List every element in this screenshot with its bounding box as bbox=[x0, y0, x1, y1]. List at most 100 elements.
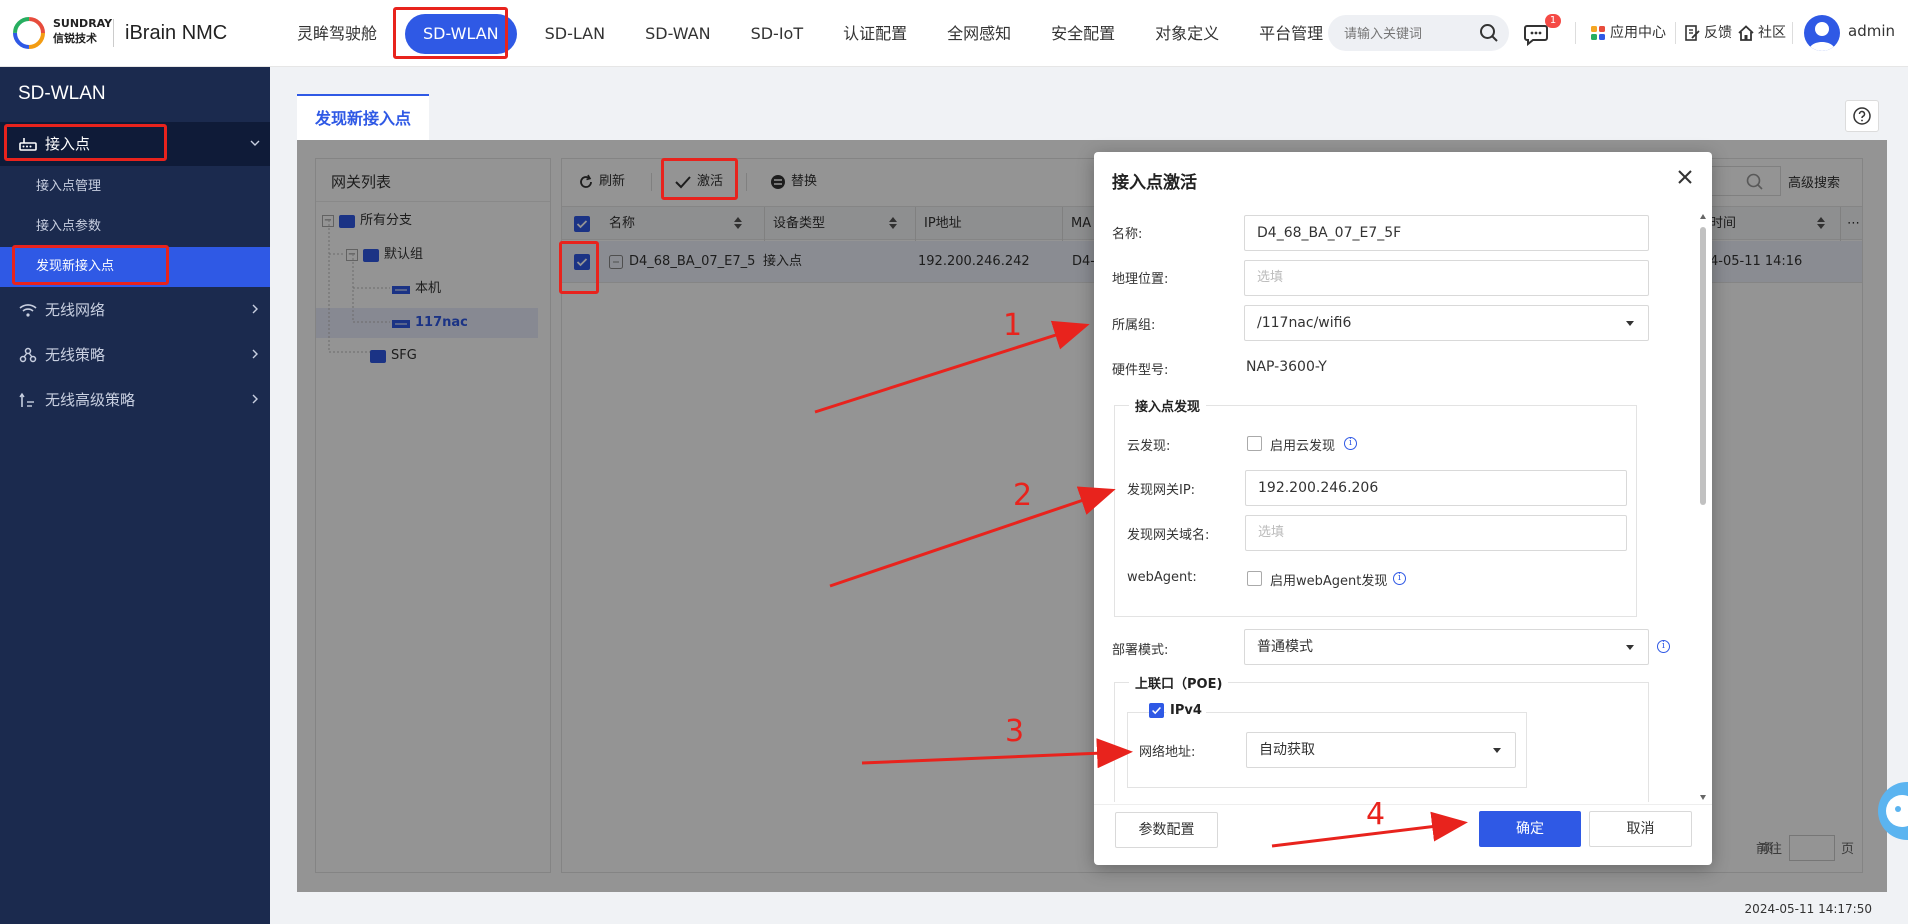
nav-sd-wlan[interactable]: SD-WLAN bbox=[405, 13, 517, 54]
nav-sd-wan[interactable]: SD-WAN bbox=[625, 14, 730, 54]
info-icon[interactable]: i bbox=[1393, 572, 1406, 585]
router-icon bbox=[19, 138, 37, 151]
sidebar: SD-WLAN 接入点 接入点管理 接入点参数 发现新接入点 无线网络 无线策略… bbox=[0, 67, 270, 924]
net-address-label: 网络地址: bbox=[1139, 745, 1196, 760]
logo-divider bbox=[113, 19, 114, 47]
company-name: SUNDRAY 信锐技术 bbox=[53, 16, 112, 46]
gateway-domain-label: 发现网关域名: bbox=[1127, 528, 1210, 543]
wifi-icon bbox=[19, 304, 37, 317]
ipv4-checkbox[interactable] bbox=[1149, 703, 1164, 718]
app-center-label: 应用中心 bbox=[1610, 25, 1666, 41]
feedback-label: 反馈 bbox=[1704, 25, 1732, 41]
ipv4-label: IPv4 bbox=[1166, 703, 1206, 718]
ap-discovery-legend: 接入点发现 bbox=[1129, 396, 1207, 415]
company-name-en: SUNDRAY bbox=[53, 17, 113, 30]
community-link[interactable]: 社区 bbox=[1738, 22, 1786, 44]
feedback-link[interactable]: 反馈 bbox=[1684, 22, 1732, 44]
nav-auth-config[interactable]: 认证配置 bbox=[823, 14, 927, 54]
tab-discover-ap[interactable]: 发现新接入点 bbox=[297, 94, 430, 140]
name-label: 名称: bbox=[1112, 227, 1143, 242]
avatar[interactable] bbox=[1804, 15, 1840, 51]
app-center-link[interactable]: 应用中心 bbox=[1590, 22, 1666, 44]
hw-model-label: 硬件型号: bbox=[1112, 363, 1169, 378]
nav-security-config[interactable]: 安全配置 bbox=[1031, 14, 1135, 54]
ap-activation-dialog: 接入点激活 名称: D4_68_BA_07_E7_5F 地理位置: 选填 所属组… bbox=[1094, 152, 1712, 865]
message-badge: 1 bbox=[1545, 14, 1561, 28]
page-tabs: 发现新接入点 bbox=[297, 94, 1887, 140]
net-address-value: 自动获取 bbox=[1259, 742, 1315, 758]
sidebar-item-label: 无线策略 bbox=[45, 346, 106, 364]
annotation-step-3: 3 bbox=[1005, 714, 1025, 749]
username[interactable]: admin bbox=[1848, 22, 1895, 40]
sundray-logo-icon bbox=[13, 17, 45, 49]
dropdown-arrow-icon bbox=[1493, 748, 1501, 753]
header-divider bbox=[1575, 22, 1576, 44]
sidebar-item-ap-parameters[interactable]: 接入点参数 bbox=[0, 207, 270, 247]
sidebar-item-label: 接入点 bbox=[45, 135, 91, 153]
params-config-button[interactable]: 参数配置 bbox=[1115, 812, 1218, 848]
nav-cockpit[interactable]: 灵眸驾驶舱 bbox=[277, 14, 397, 54]
dialog-scrollbar[interactable] bbox=[1699, 212, 1707, 802]
search-icon[interactable] bbox=[1479, 23, 1499, 43]
confirm-button[interactable]: 确定 bbox=[1479, 811, 1581, 847]
annotation-step-4: 4 bbox=[1366, 797, 1386, 832]
webagent-checkbox[interactable] bbox=[1247, 571, 1262, 586]
nav-sd-lan[interactable]: SD-LAN bbox=[525, 14, 625, 54]
help-button[interactable] bbox=[1845, 100, 1879, 132]
name-input[interactable]: D4_68_BA_07_E7_5F bbox=[1244, 215, 1649, 251]
header-divider bbox=[1792, 22, 1793, 44]
sidebar-item-access-point[interactable]: 接入点 bbox=[0, 122, 270, 166]
sidebar-item-label: 无线高级策略 bbox=[45, 391, 136, 409]
gateway-domain-input[interactable]: 选填 bbox=[1245, 515, 1627, 551]
gateway-ip-label: 发现网关IP: bbox=[1127, 483, 1196, 498]
nav-sd-iot[interactable]: SD-IoT bbox=[731, 14, 824, 54]
search-input[interactable] bbox=[1328, 15, 1468, 51]
deploy-mode-select[interactable]: 普通模式 bbox=[1244, 629, 1649, 665]
deploy-mode-value: 普通模式 bbox=[1257, 639, 1313, 655]
sidebar-item-wireless-policy[interactable]: 无线策略 bbox=[0, 333, 270, 377]
cancel-button[interactable]: 取消 bbox=[1589, 811, 1692, 847]
cloud-discovery-checkbox[interactable] bbox=[1247, 436, 1262, 451]
sidebar-title: SD-WLAN bbox=[18, 83, 106, 104]
cloud-discovery-option: 启用云发现 bbox=[1270, 439, 1336, 454]
dropdown-arrow-icon bbox=[1626, 321, 1634, 326]
close-icon[interactable] bbox=[1672, 164, 1698, 190]
sidebar-item-label: 无线网络 bbox=[45, 301, 106, 319]
policy-icon bbox=[19, 347, 37, 363]
sidebar-item-advanced-policy[interactable]: 无线高级策略 bbox=[0, 378, 270, 422]
location-label: 地理位置: bbox=[1112, 272, 1169, 287]
annotation-step-2: 2 bbox=[1013, 478, 1033, 513]
gateway-ip-input[interactable]: 192.200.246.206 bbox=[1245, 470, 1627, 506]
community-label: 社区 bbox=[1758, 25, 1786, 41]
sidebar-item-discover-ap[interactable]: 发现新接入点 bbox=[0, 247, 270, 287]
uplink-legend: 上联口（POE) bbox=[1129, 673, 1229, 692]
user-icon bbox=[1809, 22, 1835, 51]
help-icon bbox=[1853, 107, 1871, 125]
info-icon[interactable]: i bbox=[1344, 437, 1357, 450]
feedback-icon bbox=[1685, 25, 1700, 41]
info-icon[interactable]: i bbox=[1657, 640, 1670, 653]
hw-model-value: NAP-3600-Y bbox=[1246, 359, 1327, 375]
footer-timestamp: 2024-05-11 14:17:50 bbox=[1744, 902, 1872, 916]
advanced-policy-icon bbox=[19, 392, 34, 407]
group-select[interactable]: /117nac/wifi6 bbox=[1244, 305, 1649, 341]
dialog-title: 接入点激活 bbox=[1112, 173, 1197, 193]
home-icon bbox=[1738, 25, 1754, 41]
header-divider bbox=[1675, 22, 1676, 44]
product-title: iBrain NMC bbox=[125, 22, 228, 44]
sidebar-item-wireless-network[interactable]: 无线网络 bbox=[0, 288, 270, 332]
group-label: 所属组: bbox=[1112, 318, 1156, 333]
net-address-select[interactable]: 自动获取 bbox=[1246, 732, 1516, 768]
deploy-mode-label: 部署模式: bbox=[1112, 643, 1169, 658]
scrollbar-track bbox=[1700, 214, 1706, 800]
webagent-label: webAgent: bbox=[1127, 570, 1197, 585]
nav-object-definition[interactable]: 对象定义 bbox=[1135, 14, 1239, 54]
dialog-footer-divider bbox=[1094, 804, 1712, 805]
cloud-discovery-label: 云发现: bbox=[1127, 439, 1171, 454]
location-input[interactable]: 选填 bbox=[1244, 260, 1649, 296]
sidebar-item-ap-management[interactable]: 接入点管理 bbox=[0, 167, 270, 207]
nav-network-awareness[interactable]: 全网感知 bbox=[927, 14, 1031, 54]
group-select-value: /117nac/wifi6 bbox=[1257, 315, 1352, 331]
checkmark-icon bbox=[1152, 706, 1161, 715]
company-name-cn: 信锐技术 bbox=[53, 32, 97, 45]
